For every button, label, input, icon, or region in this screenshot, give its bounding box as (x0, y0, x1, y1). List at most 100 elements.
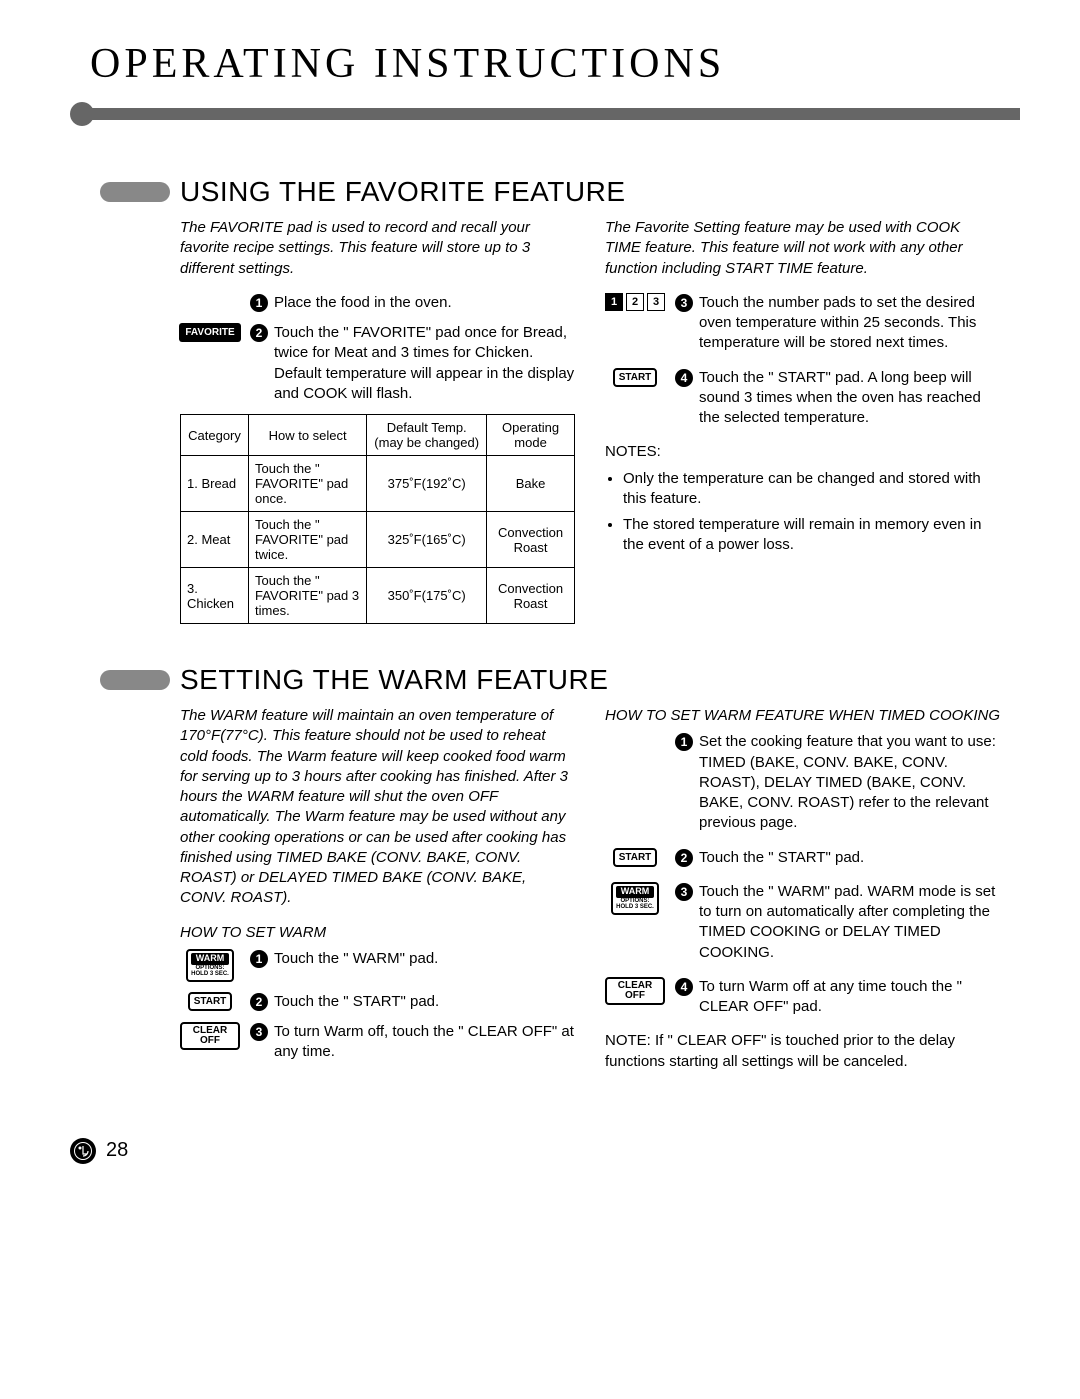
warm-right-step-1-row: 1 Set the cooking feature that you want … (605, 732, 1000, 833)
start-pad-icon: START (613, 848, 658, 867)
warm-right-step-2-row: START 2 Touch the " START" pad. (605, 848, 1000, 868)
warm-heading: SETTING THE WARM FEATURE (180, 664, 608, 696)
start-pad-icon-col: START (180, 992, 240, 1011)
favorite-intro-right: The Favorite Setting feature may be used… (605, 218, 1000, 279)
th-temp: Default Temp. (may be changed) (367, 415, 487, 456)
warm-pad-icon-col: WARM OPTIONS: HOLD 3 SEC. (180, 949, 240, 982)
table-header-row: Category How to select Default Temp. (ma… (181, 415, 575, 456)
numpad-icon: 1 2 3 (605, 293, 665, 311)
th-category: Category (181, 415, 249, 456)
title-line-icon (90, 108, 1020, 120)
table-row: 2. Meat Touch the " FAVORITE" pad twice.… (181, 512, 575, 568)
favorite-pad-icon: FAVORITE (179, 323, 240, 342)
warm-left-step-1: Touch the " WARM" pad. (274, 949, 438, 969)
warm-pad-icon: WARM OPTIONS: HOLD 3 SEC. (611, 882, 659, 915)
warm-sub-left: HOW TO SET WARM (180, 923, 575, 943)
favorite-right-col: The Favorite Setting feature may be used… (605, 218, 1000, 624)
td: 350˚F(175˚C) (367, 568, 487, 624)
start-pad-icon-col: START (605, 368, 665, 387)
favorite-left-step-2: Touch the " FAVORITE" pad once for Bread… (274, 323, 575, 404)
num-key-3-icon: 3 (647, 293, 665, 311)
td: Convection Roast (487, 568, 575, 624)
pill-icon (100, 670, 170, 690)
favorite-table: Category How to select Default Temp. (ma… (180, 414, 575, 624)
step-number-4-icon: 4 (675, 978, 693, 996)
numpad-icon-col: 1 2 3 (605, 293, 665, 311)
title-rule (70, 102, 1020, 126)
warm-right-step-4: To turn Warm off at any time touch the "… (699, 977, 1000, 1018)
favorite-left-step-1-row: 1 Place the food in the oven. (180, 293, 575, 313)
favorite-right-step-4: Touch the " START" pad. A long beep will… (699, 368, 1000, 429)
td: Touch the " FAVORITE" pad 3 times. (249, 568, 367, 624)
list-item: Only the temperature can be changed and … (623, 469, 1000, 510)
clear-pad-icon-col: CLEAR OFF (605, 977, 665, 1005)
section-heading-row-favorite: USING THE FAVORITE FEATURE (100, 176, 1020, 208)
favorite-pad-icon-col: FAVORITE (180, 323, 240, 342)
clear-off-pad-icon: CLEAR OFF (180, 1022, 240, 1050)
warm-sub-right: HOW TO SET WARM FEATURE WHEN TIMED COOKI… (605, 706, 1000, 726)
favorite-left-step-2-row: FAVORITE 2 Touch the " FAVORITE" pad onc… (180, 323, 575, 404)
step-number-1-icon: 1 (250, 950, 268, 968)
warm-right-step-2: Touch the " START" pad. (699, 848, 864, 868)
warm-pad-top: WARM (616, 886, 654, 898)
warm-pad-icon-col: WARM OPTIONS: HOLD 3 SEC. (605, 882, 665, 915)
warm-pad-bot: HOLD 3 SEC. (616, 904, 654, 911)
start-pad-icon-col: START (605, 848, 665, 867)
td: Touch the " FAVORITE" pad once. (249, 456, 367, 512)
warm-intro: The WARM feature will maintain an oven t… (180, 706, 575, 909)
warm-left-step-1-row: WARM OPTIONS: HOLD 3 SEC. 1 Touch the " … (180, 949, 575, 982)
warm-pad-icon: WARM OPTIONS: HOLD 3 SEC. (186, 949, 234, 982)
favorite-left-step-1: Place the food in the oven. (274, 293, 452, 313)
page-number: 28 (106, 1139, 128, 1162)
start-pad-icon: START (188, 992, 233, 1011)
td: 1. Bread (181, 456, 249, 512)
table-row: 3. Chicken Touch the " FAVORITE" pad 3 t… (181, 568, 575, 624)
warm-pad-mid: OPTIONS: (191, 965, 229, 972)
td: 2. Meat (181, 512, 249, 568)
start-pad-icon: START (613, 368, 658, 387)
td: Convection Roast (487, 512, 575, 568)
list-item: The stored temperature will remain in me… (623, 515, 1000, 556)
table-row: 1. Bread Touch the " FAVORITE" pad once.… (181, 456, 575, 512)
warm-right-col: HOW TO SET WARM FEATURE WHEN TIMED COOKI… (605, 706, 1000, 1078)
notes-heading: NOTES: (605, 442, 1000, 462)
th-mode: Operating mode (487, 415, 575, 456)
warm-pad-top: WARM (191, 953, 229, 965)
warm-left-step-2: Touch the " START" pad. (274, 992, 439, 1012)
step-number-3-icon: 3 (250, 1023, 268, 1041)
clear-pad-icon-col: CLEAR OFF (180, 1022, 240, 1050)
th-how: How to select (249, 415, 367, 456)
td: 3. Chicken (181, 568, 249, 624)
step-number-2-icon: 2 (250, 324, 268, 342)
favorite-left-col: The FAVORITE pad is used to record and r… (180, 218, 575, 624)
td: Touch the " FAVORITE" pad twice. (249, 512, 367, 568)
section-heading-row-warm: SETTING THE WARM FEATURE (100, 664, 1020, 696)
clear-off-pad-icon: CLEAR OFF (605, 977, 665, 1005)
favorite-heading: USING THE FAVORITE FEATURE (180, 176, 626, 208)
warm-left-col: The WARM feature will maintain an oven t… (180, 706, 575, 1078)
td: 375˚F(192˚C) (367, 456, 487, 512)
favorite-notes-list: Only the temperature can be changed and … (605, 469, 1000, 556)
step-number-1-icon: 1 (250, 294, 268, 312)
favorite-intro-left: The FAVORITE pad is used to record and r… (180, 218, 575, 279)
warm-right-step-3: Touch the " WARM" pad. WARM mode is set … (699, 882, 1000, 963)
td: Bake (487, 456, 575, 512)
page-title: OPERATING INSTRUCTIONS (90, 40, 1020, 88)
warm-right-step-1: Set the cooking feature that you want to… (699, 732, 1000, 833)
num-key-2-icon: 2 (626, 293, 644, 311)
favorite-right-step-3: Touch the number pads to set the desired… (699, 293, 1000, 354)
warm-pad-mid: OPTIONS: (616, 898, 654, 905)
favorite-two-col: The FAVORITE pad is used to record and r… (180, 218, 1000, 624)
warm-pad-bot: HOLD 3 SEC. (191, 971, 229, 978)
page-footer: 28 (70, 1138, 1020, 1164)
step-number-2-icon: 2 (675, 849, 693, 867)
step-number-3-icon: 3 (675, 883, 693, 901)
step-number-4-icon: 4 (675, 369, 693, 387)
step-number-2-icon: 2 (250, 993, 268, 1011)
favorite-right-step-4-row: START 4 Touch the " START" pad. A long b… (605, 368, 1000, 429)
warm-right-step-4-row: CLEAR OFF 4 To turn Warm off at any time… (605, 977, 1000, 1018)
warm-note-line: NOTE: If " CLEAR OFF" is touched prior t… (605, 1031, 1000, 1072)
warm-right-step-3-row: WARM OPTIONS: HOLD 3 SEC. 3 Touch the " … (605, 882, 1000, 963)
warm-left-step-3-row: CLEAR OFF 3 To turn Warm off, touch the … (180, 1022, 575, 1063)
warm-left-step-2-row: START 2 Touch the " START" pad. (180, 992, 575, 1012)
